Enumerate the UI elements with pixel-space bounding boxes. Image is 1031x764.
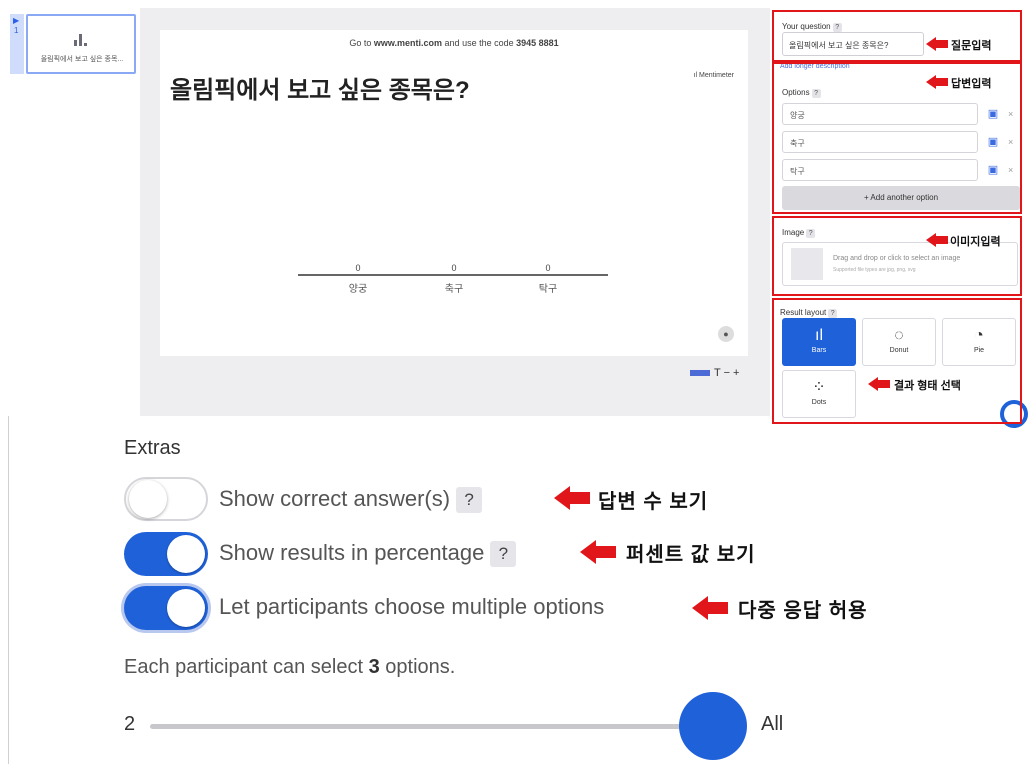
mentimeter-icon: ıl xyxy=(693,72,698,79)
annotation-question-input: 질문입력 xyxy=(951,40,992,52)
slide-number: 1 xyxy=(14,26,19,35)
bar-count: 0 xyxy=(355,263,361,273)
slide-marker[interactable]: ▶ 1 xyxy=(10,14,24,74)
join-instructions: Go to www.menti.com and use the code 394… xyxy=(349,38,559,48)
join-code: 3945 8881 xyxy=(516,38,559,48)
slide-canvas[interactable]: Go to www.menti.com and use the code 394… xyxy=(160,30,748,356)
annotation-result-layout: 결과 형태 선택 xyxy=(894,380,961,392)
multiple-options-label: Let participants choose multiple options xyxy=(219,594,605,619)
canvas-tools[interactable]: T − + xyxy=(690,367,739,379)
annotation-frame-image xyxy=(772,216,1022,296)
bar-chart-icon xyxy=(74,34,88,46)
select-count: 3 xyxy=(368,656,380,678)
show-percentage-label: Show results in percentage? xyxy=(219,540,517,568)
bar-category: 탁구 xyxy=(538,284,558,295)
slider-min-label: 2 xyxy=(124,713,136,735)
annotation-arrow-icon xyxy=(580,540,616,564)
theme-swatch-icon[interactable] xyxy=(690,370,710,377)
annotation-image-input: 이미지입력 xyxy=(950,236,1001,248)
divider xyxy=(8,416,9,764)
annotation-arrow-icon xyxy=(692,596,728,620)
annotation-arrow-icon xyxy=(926,37,948,51)
slider-max-label: All xyxy=(761,713,784,735)
slide-thumbnail[interactable]: 올림픽에서 보고 싶은 종목... xyxy=(26,14,136,74)
annotation-arrow-icon xyxy=(554,486,590,510)
slide-thumbnail-label: 올림픽에서 보고 싶은 종목... xyxy=(40,56,124,63)
bar-category: 축구 xyxy=(444,284,464,295)
join-site: www.menti.com xyxy=(373,38,443,48)
chart-baseline xyxy=(298,274,608,276)
bar-count: 0 xyxy=(451,263,457,273)
show-correct-toggle[interactable] xyxy=(124,477,208,521)
annotation-arrow-icon xyxy=(926,233,948,247)
show-correct-label: Show correct answer(s)? xyxy=(219,486,483,514)
bar-category: 양궁 xyxy=(348,284,368,295)
annotation-show-percentage: 퍼센트 값 보기 xyxy=(626,544,756,566)
person-icon[interactable]: ● xyxy=(718,326,734,342)
multiple-options-toggle[interactable] xyxy=(124,586,208,630)
slider-thumb[interactable] xyxy=(679,692,747,760)
help-icon[interactable]: ? xyxy=(490,541,517,568)
brand-logo: ıl Mentimeter xyxy=(693,72,734,79)
annotation-show-correct: 답변 수 보기 xyxy=(598,491,709,513)
help-icon[interactable]: ? xyxy=(456,487,483,514)
annotation-arrow-icon xyxy=(926,75,948,89)
annotation-answer-input: 답변입력 xyxy=(951,78,992,90)
annotation-frame-layout xyxy=(772,298,1022,424)
select-count-text: Each participant can select 3 options. xyxy=(124,656,456,678)
toggle-knob xyxy=(167,589,205,627)
play-icon: ▶ xyxy=(13,16,20,25)
annotation-frame-question xyxy=(772,10,1022,62)
annotation-multiple: 다중 응답 허용 xyxy=(738,600,868,622)
toggle-knob xyxy=(129,480,167,518)
extras-title: Extras xyxy=(124,437,181,459)
slide-question-title: 올림픽에서 보고 싶은 종목은? xyxy=(170,77,470,104)
option-count-slider[interactable] xyxy=(150,724,710,729)
bar-count: 0 xyxy=(545,263,551,273)
annotation-arrow-icon xyxy=(868,377,890,391)
show-percentage-toggle[interactable] xyxy=(124,532,208,576)
toggle-knob xyxy=(167,535,205,573)
